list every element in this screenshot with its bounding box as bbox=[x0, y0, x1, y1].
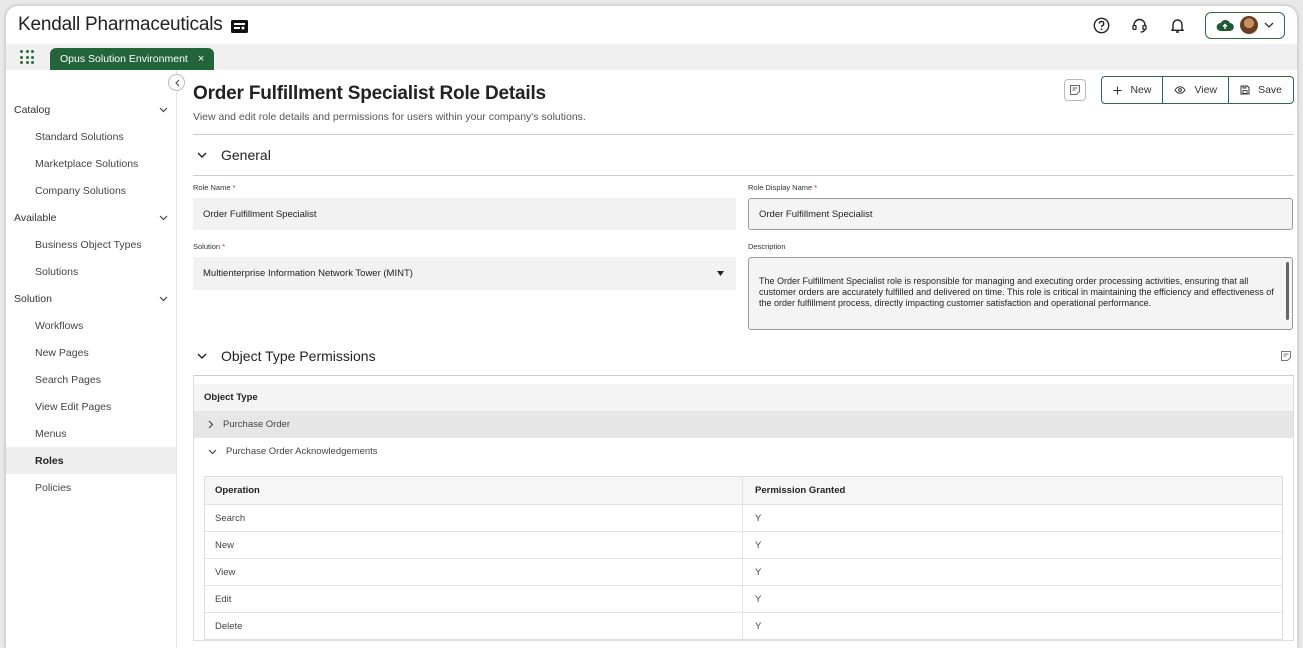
action-button-group: New View Save bbox=[1101, 76, 1294, 104]
view-button-label: View bbox=[1194, 84, 1218, 96]
description-label: Description bbox=[748, 242, 786, 251]
chevron-down-icon bbox=[1264, 22, 1274, 28]
toolbar: New View Save bbox=[1064, 76, 1294, 104]
sidebar-item-new-pages[interactable]: New Pages bbox=[6, 339, 176, 366]
chevron-down-icon bbox=[197, 353, 207, 359]
permissions-table: Object Type Purchase Order Purchase Orde… bbox=[193, 375, 1294, 641]
table-row[interactable]: View Y bbox=[205, 558, 1282, 585]
sidebar-item-marketplace-solutions[interactable]: Marketplace Solutions bbox=[6, 150, 176, 177]
granted-cell: Y bbox=[755, 512, 762, 524]
bell-icon[interactable] bbox=[1167, 15, 1187, 35]
sidebar-item-policies[interactable]: Policies bbox=[6, 474, 176, 501]
object-row-purchase-order-acknowledgements[interactable]: Purchase Order Acknowledgements bbox=[194, 438, 1293, 465]
avatar bbox=[1240, 16, 1258, 34]
notes-icon[interactable] bbox=[1280, 350, 1292, 362]
save-button-label: Save bbox=[1258, 84, 1282, 96]
new-button-label: New bbox=[1130, 84, 1152, 96]
save-button[interactable]: Save bbox=[1229, 77, 1293, 103]
notes-icon bbox=[1070, 85, 1081, 95]
view-button[interactable]: View bbox=[1163, 77, 1230, 103]
brand-name: Kendall Pharmaceuticals bbox=[18, 14, 223, 35]
support-headset-icon[interactable] bbox=[1129, 15, 1149, 35]
chevron-down-icon bbox=[197, 152, 207, 158]
description-textarea[interactable]: The Order Fulfillment Specialist role is… bbox=[748, 257, 1293, 330]
tab-label: Opus Solution Environment bbox=[60, 53, 188, 65]
granted-cell: Y bbox=[755, 593, 762, 605]
object-row-purchase-order[interactable]: Purchase Order bbox=[194, 411, 1293, 438]
app-window: Kendall Pharmaceuticals Opus Solution En… bbox=[6, 6, 1297, 648]
table-row[interactable]: Search Y bbox=[205, 504, 1282, 531]
sidebar-group-label: Catalog bbox=[14, 103, 51, 116]
solution-label: Solution * bbox=[193, 242, 226, 251]
floppy-disk-icon bbox=[1240, 85, 1250, 95]
operation-cell: Delete bbox=[205, 613, 743, 639]
cloud-upload-icon bbox=[1216, 19, 1234, 32]
chevron-right-icon bbox=[208, 420, 214, 429]
sidebar-group-label: Available bbox=[14, 211, 57, 224]
sidebar-item-business-object-types[interactable]: Business Object Types bbox=[6, 231, 176, 258]
operations-table: Operation Permission Granted Search Y Ne… bbox=[204, 476, 1283, 640]
general-form: Role Name * Order Fulfillment Specialist… bbox=[193, 183, 1294, 330]
object-type-column-header: Object Type bbox=[194, 384, 1293, 411]
tab-opus-solution-environment[interactable]: Opus Solution Environment × bbox=[50, 48, 215, 70]
solution-select[interactable]: Multienterprise Information Network Towe… bbox=[193, 257, 736, 290]
operations-table-header: Operation Permission Granted bbox=[205, 477, 1282, 504]
sidebar-item-roles[interactable]: Roles bbox=[6, 447, 176, 474]
operation-cell: View bbox=[205, 559, 743, 585]
notes-button[interactable] bbox=[1064, 79, 1087, 101]
granted-cell: Y bbox=[755, 539, 762, 551]
granted-cell: Y bbox=[755, 620, 762, 632]
sidebar-group-catalog[interactable]: Catalog bbox=[6, 96, 176, 123]
new-button[interactable]: New bbox=[1102, 77, 1164, 103]
profile-menu-button[interactable] bbox=[1205, 11, 1285, 39]
app-grid-icon[interactable] bbox=[20, 50, 34, 64]
table-row[interactable]: Delete Y bbox=[205, 612, 1282, 639]
chevron-down-icon bbox=[159, 107, 168, 112]
object-type-label: Purchase Order bbox=[223, 419, 291, 430]
sidebar-item-standard-solutions[interactable]: Standard Solutions bbox=[6, 123, 176, 150]
chevron-down-icon bbox=[208, 449, 217, 454]
sidebar-item-search-pages[interactable]: Search Pages bbox=[6, 366, 176, 393]
eye-icon bbox=[1174, 86, 1187, 94]
plus-icon bbox=[1113, 86, 1122, 94]
operation-column-header: Operation bbox=[205, 477, 743, 504]
table-row[interactable]: New Y bbox=[205, 531, 1282, 558]
main-content: New View Save Order Fulfillment Speciali… bbox=[177, 70, 1297, 648]
section-title: Object Type Permissions bbox=[221, 348, 376, 364]
operation-cell: Search bbox=[205, 505, 743, 531]
sidebar-group-available[interactable]: Available bbox=[6, 204, 176, 231]
top-bar: Kendall Pharmaceuticals bbox=[6, 6, 1297, 44]
sidebar-item-menus[interactable]: Menus bbox=[6, 420, 176, 447]
sidebar-item-company-solutions[interactable]: Company Solutions bbox=[6, 177, 176, 204]
operation-cell: Edit bbox=[205, 586, 743, 612]
tab-strip: Opus Solution Environment × bbox=[6, 44, 1297, 70]
section-title: General bbox=[221, 147, 271, 163]
section-general-header[interactable]: General bbox=[193, 134, 1294, 175]
page-subtitle: View and edit role details and permissio… bbox=[193, 111, 586, 123]
display-icon bbox=[230, 19, 248, 33]
display-name-field[interactable]: Order Fulfillment Specialist bbox=[748, 198, 1293, 230]
sidebar-group-label: Solution bbox=[14, 292, 52, 305]
help-icon[interactable] bbox=[1091, 15, 1111, 35]
chevron-down-icon bbox=[159, 296, 168, 301]
sidebar: Catalog Standard Solutions Marketplace S… bbox=[6, 70, 185, 648]
operation-cell: New bbox=[205, 532, 743, 558]
close-icon[interactable]: × bbox=[198, 53, 204, 65]
display-name-label: Role Display Name * bbox=[748, 183, 818, 192]
permission-granted-column-header: Permission Granted bbox=[755, 485, 846, 496]
sidebar-item-workflows[interactable]: Workflows bbox=[6, 312, 176, 339]
caret-down-icon bbox=[717, 271, 724, 276]
sidebar-item-solutions[interactable]: Solutions bbox=[6, 258, 176, 285]
table-row[interactable]: Edit Y bbox=[205, 585, 1282, 612]
chevron-down-icon bbox=[159, 215, 168, 220]
granted-cell: Y bbox=[755, 566, 762, 578]
solution-value: Multienterprise Information Network Towe… bbox=[203, 268, 413, 279]
object-type-label: Purchase Order Acknowledgements bbox=[226, 446, 378, 457]
section-permissions-header[interactable]: Object Type Permissions bbox=[193, 337, 1294, 375]
role-name-field[interactable]: Order Fulfillment Specialist bbox=[193, 198, 736, 230]
sidebar-group-solution[interactable]: Solution bbox=[6, 285, 176, 312]
sidebar-item-view-edit-pages[interactable]: View Edit Pages bbox=[6, 393, 176, 420]
role-name-label: Role Name * bbox=[193, 183, 236, 192]
